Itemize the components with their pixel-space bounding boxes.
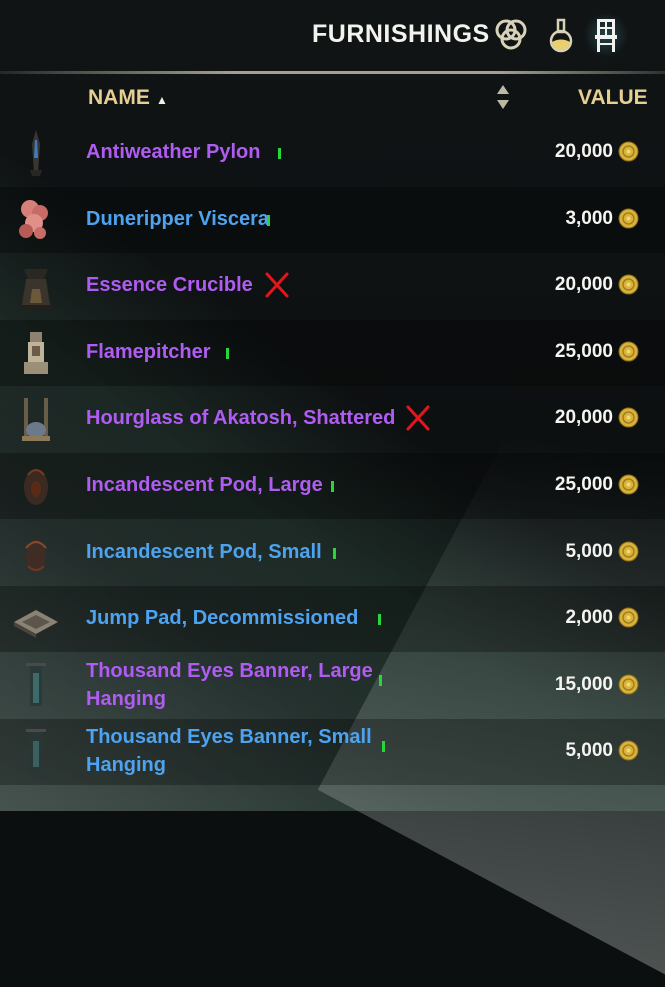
item-name-line: Hanging [86, 687, 166, 710]
list-item[interactable]: Essence Crucible 20,000 [0, 253, 665, 319]
list-item[interactable]: Flamepitcher 25,000 [0, 319, 665, 386]
gold-coin-icon [618, 341, 639, 362]
check-mark-icon [379, 674, 382, 686]
gold-coin-icon [618, 541, 639, 562]
list-item[interactable]: Thousand Eyes Banner, Large Hanging 15,000 [0, 653, 665, 719]
check-mark-icon [333, 547, 336, 559]
list-item[interactable]: Antiweather Pylon 20,000 [0, 120, 665, 186]
list-item[interactable]: Hourglass of Akatosh, Shattered 20,000 [0, 386, 665, 452]
item-value: 15,000 [554, 673, 613, 695]
pod-small-icon [10, 526, 62, 580]
item-value: 5,000 [565, 540, 613, 562]
item-name: Incandescent Pod, Small [86, 540, 322, 563]
item-value: 2,000 [565, 607, 613, 629]
check-mark-icon [382, 741, 385, 753]
category-title: FURNISHINGS [312, 20, 490, 48]
list-item[interactable]: Duneripper Viscera 3,000 [0, 186, 665, 253]
crafting-stations-icon[interactable] [491, 15, 531, 55]
gold-coin-icon [618, 607, 639, 628]
check-mark-icon [267, 214, 270, 226]
gold-coin-icon [618, 141, 639, 162]
sort-ascending-icon[interactable]: ▲ [156, 93, 168, 107]
list-item[interactable]: Incandescent Pod, Large 25,000 [0, 453, 665, 519]
gold-coin-icon [618, 274, 639, 295]
item-value: 20,000 [554, 407, 613, 429]
x-mark-icon [264, 271, 290, 299]
item-name-line: Thousand Eyes Banner, Small [86, 726, 372, 749]
sort-toggle-icon[interactable] [495, 82, 511, 112]
item-name: Duneripper Viscera [86, 207, 270, 230]
viscera-icon [10, 193, 62, 247]
gold-coin-icon [618, 674, 639, 695]
flamepitcher-icon [10, 326, 62, 380]
item-name: Antiweather Pylon [86, 141, 261, 163]
item-value: 20,000 [554, 274, 613, 296]
chair-furnishing-icon[interactable] [583, 12, 629, 58]
name-column-header[interactable]: NAME [88, 86, 150, 112]
item-name-line: Thousand Eyes Banner, Large [86, 659, 373, 682]
banner-small-icon [10, 725, 62, 779]
consumables-flask-icon[interactable] [541, 15, 581, 55]
x-mark-icon [405, 404, 431, 432]
check-mark-icon [226, 347, 229, 359]
gold-coin-icon [618, 474, 639, 495]
hourglass-icon [10, 392, 62, 446]
check-mark-icon [278, 148, 281, 159]
check-mark-icon [331, 481, 334, 492]
jump-pad-icon [10, 592, 62, 646]
item-value: 3,000 [565, 207, 613, 229]
item-name: Thousand Eyes Banner, Large Hanging [86, 657, 373, 713]
item-name: Hourglass of Akatosh, Shattered [86, 407, 396, 430]
list-item[interactable]: Jump Pad, Decommissioned 2,000 [0, 586, 665, 653]
gold-coin-icon [618, 407, 639, 428]
item-name: Flamepitcher [86, 340, 211, 363]
banner-large-icon [10, 659, 62, 713]
value-column-header[interactable]: VALUE [578, 86, 648, 112]
pod-large-icon [10, 459, 62, 513]
gold-coin-icon [618, 208, 639, 229]
crucible-icon [10, 259, 62, 313]
gold-coin-icon [618, 740, 639, 761]
item-name: Essence Crucible [86, 274, 253, 297]
item-value: 25,000 [554, 340, 613, 362]
item-name: Jump Pad, Decommissioned [86, 607, 359, 630]
check-mark-icon [378, 614, 381, 626]
item-name: Thousand Eyes Banner, Small Hanging [86, 723, 372, 779]
item-name-line: Hanging [86, 754, 166, 777]
category-header: FURNISHINGS [0, 0, 665, 72]
list-item[interactable]: Thousand Eyes Banner, Small Hanging 5,000 [0, 719, 665, 786]
list-item[interactable]: Incandescent Pod, Small 5,000 [0, 520, 665, 586]
item-value: 25,000 [554, 474, 613, 495]
pylon-icon [10, 126, 62, 180]
item-name: Incandescent Pod, Large [86, 474, 323, 496]
item-value: 5,000 [565, 740, 613, 762]
item-value: 20,000 [554, 141, 613, 162]
header-divider [0, 71, 665, 74]
